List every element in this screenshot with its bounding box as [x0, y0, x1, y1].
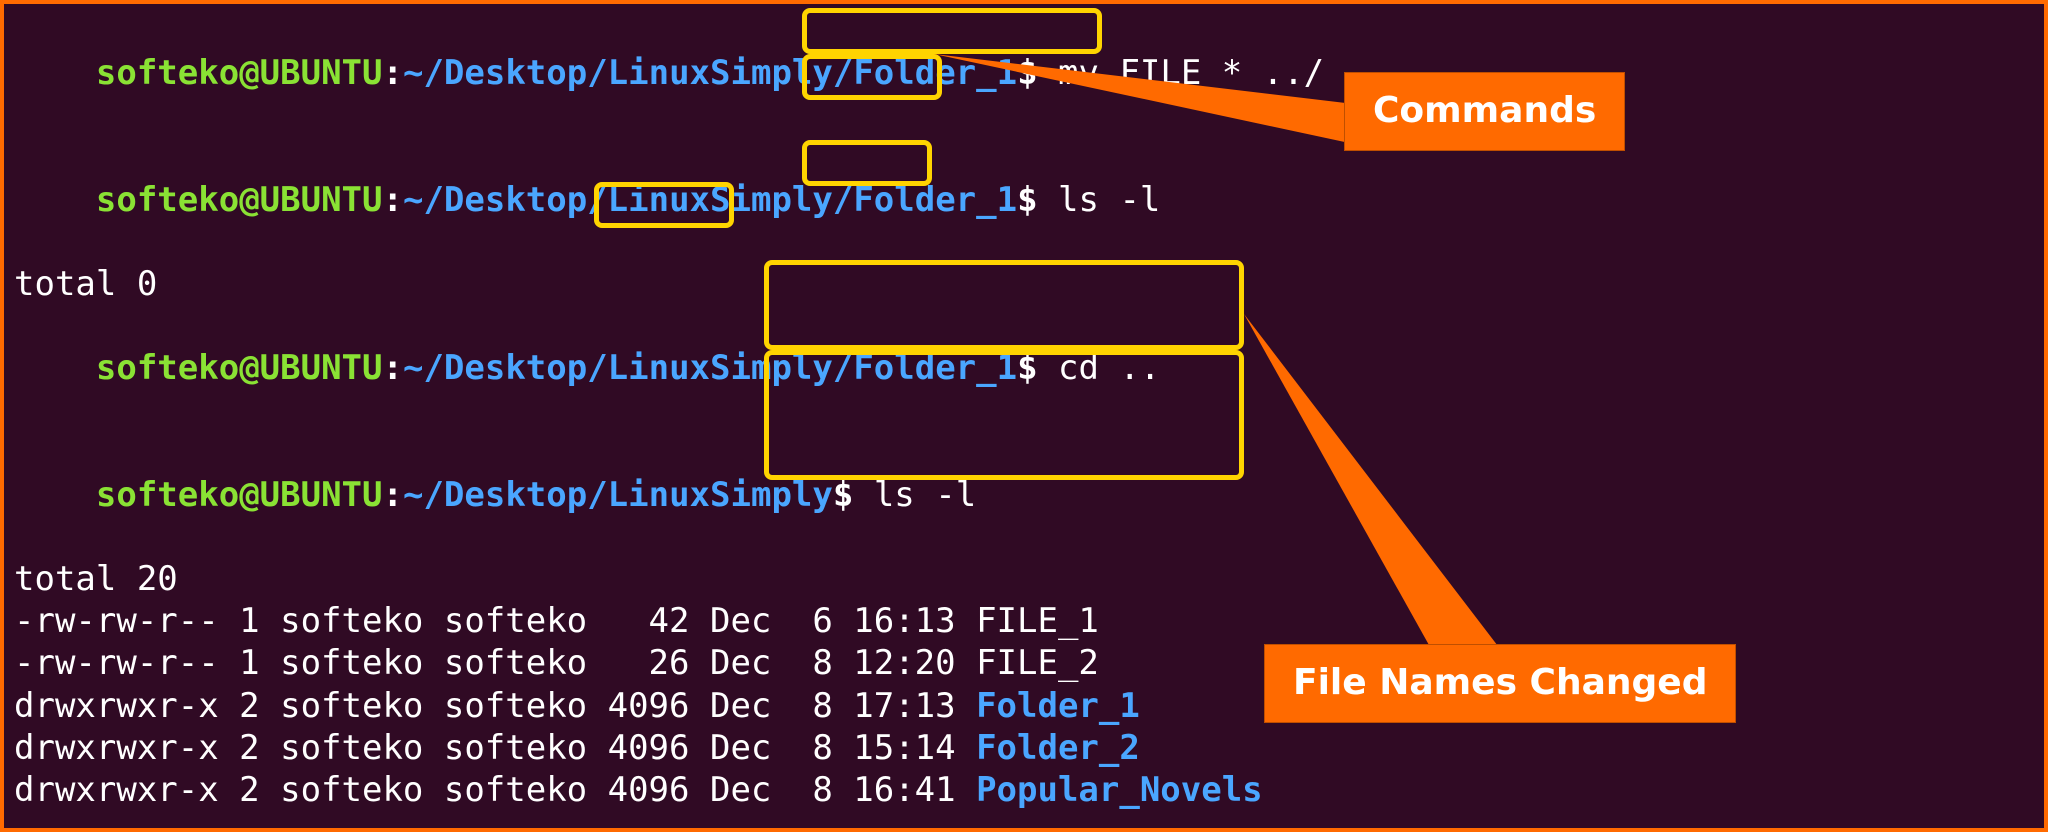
row-prefix: -rw-rw-r-- 1 softeko softeko 42 Dec 6 16… [14, 601, 976, 641]
prompt-at: @ [239, 53, 259, 93]
callout-label: File Names Changed [1293, 662, 1707, 703]
prompt-at: @ [239, 475, 259, 515]
file-name: FILE_1 [976, 601, 1099, 641]
prompt-at: @ [239, 348, 259, 388]
prompt-dollar: $ [833, 475, 874, 515]
callout-label: Commands [1373, 90, 1596, 131]
command-mv[interactable]: mv FILE_* ../ [1058, 53, 1324, 93]
prompt-dollar: $ [1017, 348, 1058, 388]
folder-name: Folder_1 [976, 686, 1140, 726]
table-row: drwxrwxr-x 2 softeko softeko 4096 Dec 8 … [14, 769, 2034, 811]
file-name: FILE_2 [976, 643, 1099, 683]
prompt-line-2: softeko@UBUNTU:~/Desktop/LinuxSimply/Fol… [14, 136, 2034, 262]
callout-file-names-changed: File Names Changed [1264, 644, 1736, 723]
callout-commands: Commands [1344, 72, 1625, 151]
prompt-colon: : [383, 53, 403, 93]
prompt-colon: : [383, 348, 403, 388]
command-ls-2[interactable]: ls -l [874, 475, 976, 515]
table-row: drwxrwxr-x 2 softeko softeko 4096 Dec 8 … [14, 727, 2034, 769]
row-prefix: drwxrwxr-x 2 softeko softeko 4096 Dec 8 … [14, 728, 976, 768]
prompt-path: ~/Desktop/LinuxSimply/Folder_1 [403, 348, 1017, 388]
prompt-host: UBUNTU [260, 348, 383, 388]
prompt-line-4: softeko@UBUNTU:~/Desktop/LinuxSimply$ ls… [14, 432, 2034, 558]
prompt-line-5[interactable]: softeko@UBUNTU:~/Desktop/LinuxSimply$ [14, 811, 2034, 832]
folder-name: Folder_2 [976, 728, 1140, 768]
row-prefix: drwxrwxr-x 2 softeko softeko 4096 Dec 8 … [14, 770, 976, 810]
prompt-dollar: $ [1017, 53, 1058, 93]
output-total-0: total 0 [14, 263, 2034, 305]
folder-name: Popular_Novels [976, 770, 1263, 810]
table-row: -rw-rw-r-- 1 softeko softeko 42 Dec 6 16… [14, 600, 2034, 642]
prompt-user: softeko [96, 53, 239, 93]
prompt-user: softeko [96, 180, 239, 220]
terminal-window: softeko@UBUNTU:~/Desktop/LinuxSimply/Fol… [0, 0, 2048, 832]
prompt-path: ~/Desktop/LinuxSimply/Folder_1 [403, 180, 1017, 220]
row-prefix: drwxrwxr-x 2 softeko softeko 4096 Dec 8 … [14, 686, 976, 726]
prompt-user: softeko [96, 475, 239, 515]
prompt-host: UBUNTU [260, 53, 383, 93]
prompt-user: softeko [96, 348, 239, 388]
prompt-path: ~/Desktop/LinuxSimply [403, 475, 833, 515]
row-prefix: -rw-rw-r-- 1 softeko softeko 26 Dec 8 12… [14, 643, 976, 683]
prompt-line-3: softeko@UBUNTU:~/Desktop/LinuxSimply/Fol… [14, 305, 2034, 431]
prompt-line-1: softeko@UBUNTU:~/Desktop/LinuxSimply/Fol… [14, 10, 2034, 136]
output-total-20: total 20 [14, 558, 2034, 600]
prompt-host: UBUNTU [260, 475, 383, 515]
command-ls-1[interactable]: ls -l [1058, 180, 1160, 220]
prompt-at: @ [239, 180, 259, 220]
command-cd[interactable]: cd .. [1058, 348, 1160, 388]
prompt-path: ~/Desktop/LinuxSimply/Folder_1 [403, 53, 1017, 93]
prompt-colon: : [383, 475, 403, 515]
prompt-host: UBUNTU [260, 180, 383, 220]
prompt-colon: : [383, 180, 403, 220]
prompt-dollar: $ [1017, 180, 1058, 220]
